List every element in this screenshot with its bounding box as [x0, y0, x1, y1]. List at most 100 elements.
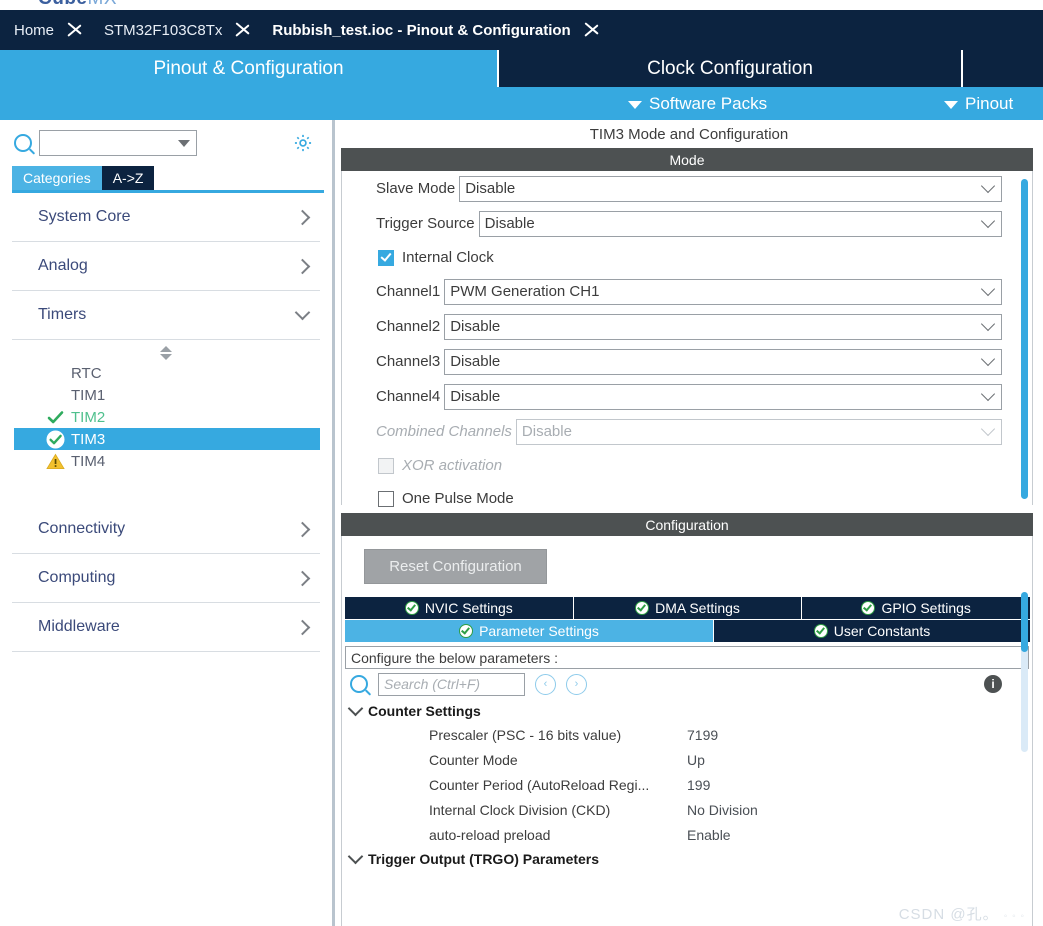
sidebar-item-middleware[interactable]: Middleware [12, 603, 320, 652]
list-item-label: RTC [71, 364, 102, 382]
table-row[interactable]: auto-reload preload Enable [350, 822, 1032, 847]
info-icon[interactable]: i [984, 675, 1002, 693]
tree-group-label: Counter Settings [368, 702, 481, 719]
tab-nvic-settings[interactable]: NVIC Settings [345, 597, 573, 619]
table-row[interactable]: Counter Mode Up [350, 747, 1032, 772]
mode-scrollbar-thumb[interactable] [1021, 179, 1028, 499]
field-internal-clock[interactable]: Internal Clock [342, 241, 1032, 274]
tab-label: Clock Configuration [647, 57, 813, 79]
select-value: Disable [484, 215, 535, 232]
list-item-rtc[interactable]: RTC [12, 362, 320, 384]
field-label: Channel3 [376, 353, 441, 370]
channel4-select[interactable]: Disable [444, 383, 1002, 410]
search-input[interactable] [39, 130, 197, 156]
breadcrumb-item-home[interactable]: Home [0, 10, 54, 50]
tab-project-manager[interactable] [961, 50, 1043, 87]
category-list: System Core Analog Timers RTC TIM1 TIM2 … [0, 193, 332, 926]
list-item-tim1[interactable]: TIM1 [12, 384, 320, 406]
main-body: Categories A->Z System Core Analog Timer… [0, 120, 1043, 926]
app-logo: CubeMX [38, 0, 117, 10]
page-title-label: TIM3 Mode and Configuration [589, 125, 789, 143]
sidebar-tab-label: A->Z [112, 170, 144, 186]
sidebar-item-computing[interactable]: Computing [12, 554, 320, 603]
configuration-content: Reset Configuration NVIC Settings DMA Se… [341, 536, 1033, 926]
pinout-menu[interactable]: Pinout [944, 94, 1013, 114]
slave-mode-select[interactable]: Disable [459, 175, 1002, 202]
sidebar-item-connectivity[interactable]: Connectivity [12, 505, 320, 554]
check-circle-icon [46, 430, 65, 449]
search-icon [14, 134, 32, 152]
chevron-down-icon [980, 421, 996, 437]
trigger-source-select[interactable]: Disable [478, 210, 1002, 237]
category-label: System Core [38, 208, 131, 225]
tab-label: Pinout & Configuration [153, 57, 344, 79]
select-value: Disable [450, 318, 501, 335]
tab-pinout-configuration[interactable]: Pinout & Configuration [0, 50, 497, 87]
sidebar-tab-az[interactable]: A->Z [101, 166, 155, 190]
internal-clock-checkbox[interactable] [378, 249, 394, 266]
tree-group-label: Trigger Output (TRGO) Parameters [368, 850, 600, 867]
select-value: PWM Generation CH1 [450, 283, 600, 300]
parameter-search-input[interactable]: Search (Ctrl+F) [378, 672, 525, 696]
configuration-header-label: Configuration [645, 516, 729, 533]
parameter-value: Enable [687, 826, 731, 843]
tree-group-trgo-parameters[interactable]: Trigger Output (TRGO) Parameters [347, 847, 1032, 870]
chevron-down-icon [347, 700, 364, 716]
chevron-down-icon [628, 100, 642, 109]
configuration-tabs-row2: Parameter Settings User Constants [345, 620, 1030, 642]
parameter-tree: Counter Settings Prescaler (PSC - 16 bit… [342, 699, 1032, 870]
pinout-label: Pinout [965, 93, 1014, 113]
reset-configuration-button[interactable]: Reset Configuration [364, 549, 547, 584]
table-row[interactable]: Internal Clock Division (CKD) No Divisio… [350, 797, 1032, 822]
chevron-right-icon [294, 619, 311, 635]
chevron-down-icon [980, 316, 996, 332]
table-row[interactable]: Prescaler (PSC - 16 bits value) 7199 [350, 722, 1032, 747]
tab-user-constants[interactable]: User Constants [713, 620, 1030, 642]
next-icon: › [574, 678, 579, 690]
tab-clock-configuration[interactable]: Clock Configuration [497, 50, 961, 87]
parameter-value: 199 [687, 776, 711, 793]
search-prev-button[interactable]: ‹ [535, 673, 556, 695]
chevron-right-icon [64, 10, 90, 50]
chevron-down-icon [178, 139, 190, 147]
search-next-button[interactable]: › [566, 673, 587, 695]
status-none-icon [46, 364, 65, 383]
parameter-name: Internal Clock Division (CKD) [429, 801, 611, 818]
channel1-select[interactable]: PWM Generation CH1 [444, 278, 1002, 305]
gear-icon[interactable] [292, 132, 314, 154]
check-circle-icon [635, 601, 650, 615]
one-pulse-mode-checkbox[interactable] [378, 490, 394, 507]
check-icon [46, 408, 65, 427]
select-value: Disable [450, 353, 501, 370]
tab-label: Parameter Settings [479, 623, 599, 639]
tree-group-counter-settings[interactable]: Counter Settings [347, 699, 1032, 722]
sidebar-item-timers[interactable]: Timers [12, 291, 320, 340]
watermark-text: CSDN @孔。 [898, 906, 999, 923]
list-item-tim2[interactable]: TIM2 [12, 406, 320, 428]
list-item-tim4[interactable]: TIM4 [12, 450, 320, 472]
channel3-select[interactable]: Disable [444, 348, 1002, 375]
tab-dma-settings[interactable]: DMA Settings [572, 597, 802, 619]
tab-gpio-settings[interactable]: GPIO Settings [801, 597, 1031, 619]
scroll-spinner[interactable] [12, 346, 320, 360]
tab-parameter-settings[interactable]: Parameter Settings [345, 620, 713, 642]
software-packs-label: Software Packs [649, 93, 768, 113]
sidebar-item-analog[interactable]: Analog [12, 242, 320, 291]
parameter-scrollbar-thumb[interactable] [1021, 592, 1028, 652]
parameter-search-row: Search (Ctrl+F) ‹ › i [342, 669, 1032, 699]
sidebar-tab-categories[interactable]: Categories [12, 166, 102, 190]
table-row[interactable]: Counter Period (AutoReload Regi... 199 [350, 772, 1032, 797]
list-item-label: TIM4 [71, 452, 106, 470]
check-circle-icon [861, 601, 876, 615]
field-label: Channel4 [376, 388, 441, 405]
breadcrumb-item-current[interactable]: Rubbish_test.ioc - Pinout & Configuratio… [258, 10, 570, 50]
channel2-select[interactable]: Disable [444, 313, 1002, 340]
chevron-right-icon [294, 209, 311, 225]
component-sidebar: Categories A->Z System Core Analog Timer… [0, 120, 335, 926]
breadcrumb-item-mcu[interactable]: STM32F103C8Tx [90, 10, 222, 50]
list-item-tim3[interactable]: TIM3 [14, 428, 320, 450]
field-one-pulse-mode[interactable]: One Pulse Mode [342, 482, 1032, 515]
sidebar-item-system-core[interactable]: System Core [12, 193, 320, 242]
list-item-label: TIM3 [71, 430, 106, 448]
software-packs-menu[interactable]: Software Packs [628, 94, 767, 114]
